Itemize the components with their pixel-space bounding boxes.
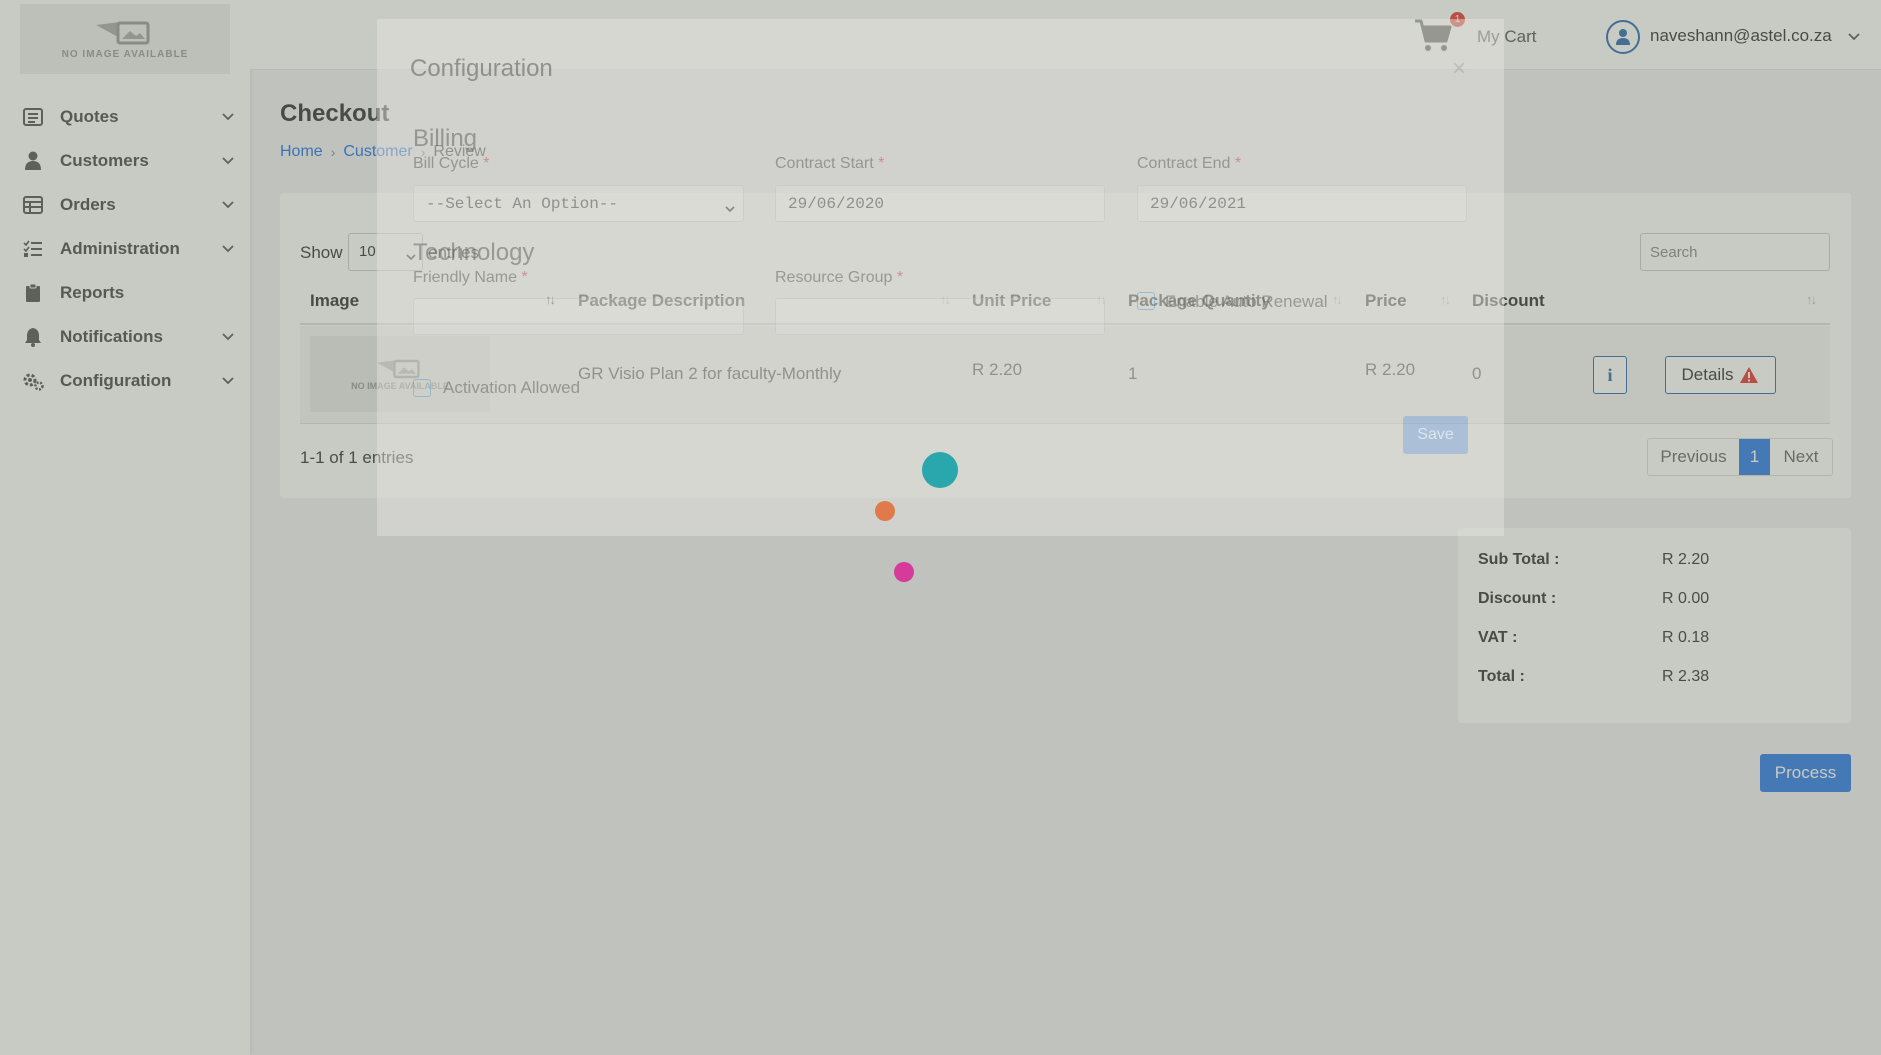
resource-group-label: Resource Group *	[775, 269, 903, 287]
required-mark: *	[483, 155, 490, 172]
auto-renewal-label: Enable Auto Renewal	[1165, 292, 1328, 311]
loading-dot	[875, 501, 895, 521]
required-mark: *	[878, 155, 885, 172]
required-mark: *	[1234, 155, 1242, 172]
contract-end-label-text: Contract End	[1137, 155, 1231, 172]
bill-cycle-label: Bill Cycle *	[413, 155, 489, 173]
contract-start-field[interactable]: 29/06/2020	[775, 185, 1105, 222]
contract-end-field[interactable]: 29/06/2021	[1137, 185, 1467, 222]
technology-heading: Technology	[413, 239, 535, 266]
friendly-name-label: Friendly Name *	[413, 269, 528, 287]
contract-end-label: Contract End *	[1137, 155, 1241, 173]
bill-cycle-select[interactable]: --Select An Option--	[413, 185, 744, 222]
loading-dot	[894, 562, 914, 582]
auto-renewal-checkbox[interactable]	[1137, 292, 1155, 310]
activation-allowed-checkbox[interactable]	[413, 379, 431, 397]
contract-start-label-text: Contract Start	[775, 155, 874, 172]
activation-allowed-label: Activation Allowed	[443, 378, 581, 397]
bill-cycle-value: --Select An Option--	[426, 195, 619, 213]
friendly-name-input[interactable]	[413, 298, 744, 335]
required-mark: *	[896, 269, 904, 286]
chevron-down-icon	[725, 200, 735, 218]
close-icon[interactable]: ×	[1452, 55, 1466, 83]
required-mark: *	[521, 269, 528, 286]
billing-heading: Billing	[413, 125, 478, 152]
bill-cycle-label-text: Bill Cycle	[413, 155, 479, 172]
resource-group-label-text: Resource Group	[775, 269, 893, 286]
save-button[interactable]: Save	[1403, 416, 1468, 454]
loading-dot	[922, 452, 958, 488]
modal-title: Configuration	[410, 55, 553, 82]
contract-start-label: Contract Start *	[775, 155, 884, 173]
resource-group-input[interactable]	[775, 298, 1105, 335]
friendly-name-label-text: Friendly Name	[413, 269, 518, 286]
